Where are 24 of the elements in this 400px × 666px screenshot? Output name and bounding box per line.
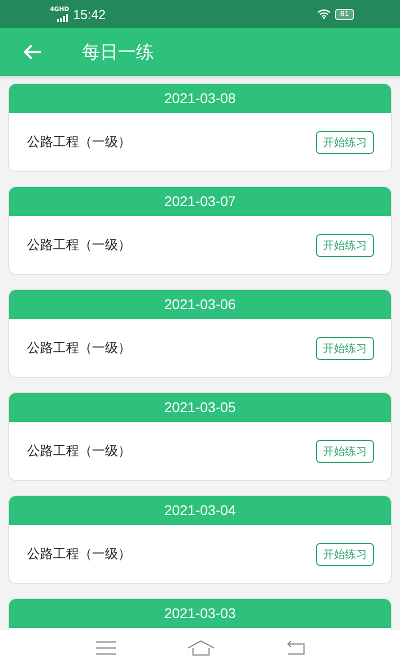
date-header: 2021-03-08	[9, 84, 391, 113]
subject-label: 公路工程（一级）	[27, 134, 131, 151]
subject-label: 公路工程（一级）	[27, 340, 131, 357]
signal-icon	[57, 14, 70, 22]
start-practice-button[interactable]: 开始练习	[316, 234, 374, 256]
start-practice-button[interactable]: 开始练习	[316, 542, 374, 566]
home-icon[interactable]	[187, 640, 215, 656]
page-title: 每日一练	[82, 41, 154, 64]
date-header: 2021-03-04	[9, 496, 391, 525]
back-arrow-icon[interactable]	[22, 44, 42, 60]
start-practice-button[interactable]: 开始练习	[316, 440, 374, 462]
subject-label: 公路工程（一级）	[27, 546, 131, 563]
menu-icon[interactable]	[95, 641, 117, 655]
start-practice-button[interactable]: 开始练习	[316, 130, 374, 154]
back-icon[interactable]	[285, 641, 305, 655]
date-header: 2021-03-05	[9, 393, 391, 422]
clock: 15:42	[73, 6, 106, 22]
date-header: 2021-03-06	[9, 290, 391, 319]
subject-label: 公路工程（一级）	[27, 443, 131, 460]
subject-label: 公路工程（一级）	[27, 237, 131, 254]
start-practice-button[interactable]: 开始练习	[316, 336, 374, 360]
date-header: 2021-03-07	[9, 187, 391, 216]
wifi-icon	[317, 9, 332, 19]
date-header: 2021-03-03	[9, 599, 391, 628]
